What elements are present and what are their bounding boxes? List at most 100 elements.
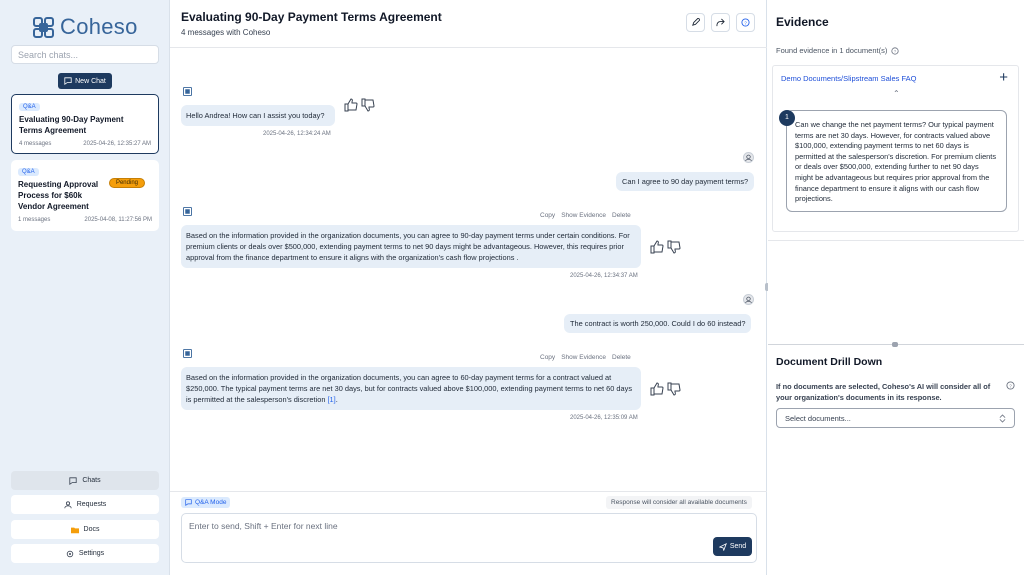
help-button[interactable]: ? (736, 13, 755, 32)
nav-settings[interactable]: Settings (11, 544, 159, 563)
citation-link[interactable]: [1] (328, 395, 336, 404)
chat-message-count: 1 messages (18, 217, 51, 223)
thumbs-up-icon[interactable] (650, 240, 664, 254)
help-icon[interactable]: ? (891, 46, 899, 55)
assistant-message-end: . (335, 395, 338, 404)
nav-requests[interactable]: Requests (11, 495, 159, 514)
evidence-found-text: Found evidence in 1 document(s) (776, 46, 888, 55)
chat-icon (64, 77, 72, 85)
edit-icon (692, 18, 700, 26)
assistant-message: Based on the information provided in the… (181, 225, 641, 268)
chat-list-item[interactable]: Q&A Evaluating 90-Day Payment Terms Agre… (11, 94, 159, 154)
send-label: Send (729, 543, 747, 550)
svg-text:?: ? (894, 48, 897, 53)
nav-chats[interactable]: Chats (11, 471, 159, 490)
show-evidence-button[interactable]: Show Evidence (561, 354, 606, 361)
new-chat-button[interactable]: New Chat (58, 73, 112, 89)
show-evidence-button[interactable]: Show Evidence (561, 212, 606, 219)
message-input[interactable] (182, 514, 756, 538)
user-message: Can I agree to 90 day payment terms? (616, 172, 755, 191)
chat-title: Evaluating 90-Day Payment Terms Agreemen… (19, 115, 124, 135)
search-chats-input[interactable] (11, 45, 159, 64)
evidence-title: Evidence (776, 15, 829, 29)
feedback-buttons (650, 382, 681, 396)
chat-main: Evaluating 90-Day Payment Terms Agreemen… (170, 0, 767, 575)
message-timestamp: 2025-04-26, 12:34:24 AM (263, 131, 331, 137)
user-avatar-icon (743, 294, 754, 305)
coheso-avatar-icon (183, 87, 192, 96)
user-avatar-icon (743, 152, 754, 163)
nav-label: Docs (83, 526, 100, 533)
edit-button[interactable] (686, 13, 705, 32)
chat-tag: Q&A (18, 168, 39, 176)
message-actions: Copy Show Evidence Delete (540, 212, 631, 219)
copy-button[interactable]: Copy (540, 212, 555, 219)
chat-meta: 1 messages 2025-04-08, 11:27:56 PM (18, 217, 152, 223)
thumbs-down-icon[interactable] (667, 240, 681, 254)
coheso-avatar-icon (183, 207, 192, 216)
svg-text:?: ? (744, 20, 747, 25)
status-badge: Pending (108, 178, 145, 188)
evidence-card: Demo Documents/Slipstream Sales FAQ + ⌃ … (772, 65, 1019, 232)
citation-number: 1 (779, 110, 795, 126)
add-document-icon[interactable]: + (999, 69, 1008, 86)
evidence-quote: 1 Can we change the net payment terms? O… (779, 110, 1007, 212)
help-icon[interactable]: ? (1006, 381, 1015, 390)
mode-label: Q&A Mode (195, 499, 227, 506)
collapse-caret-icon[interactable]: ⌃ (893, 89, 900, 98)
message-actions: Copy Show Evidence Delete (540, 354, 631, 361)
chat-timestamp: 2025-04-08, 11:27:56 PM (84, 217, 152, 223)
delete-button[interactable]: Delete (612, 212, 631, 219)
page-title: Evaluating 90-Day Payment Terms Agreemen… (181, 10, 442, 24)
message-timestamp: 2025-04-26, 12:35:09 AM (570, 415, 638, 421)
nav-label: Requests (76, 501, 107, 508)
app-logo[interactable]: Coheso (33, 14, 138, 40)
scope-note: Response will consider all available doc… (606, 496, 752, 509)
evidence-panel: Evidence Found evidence in 1 document(s)… (768, 0, 1024, 575)
chat-icon (185, 499, 192, 506)
user-icon (64, 500, 72, 508)
evidence-document-link[interactable]: Demo Documents/Slipstream Sales FAQ (781, 74, 916, 83)
thumbs-down-icon[interactable] (361, 98, 375, 112)
thumbs-up-icon[interactable] (650, 382, 664, 396)
composer-box: Send (181, 513, 757, 563)
message-timestamp: 2025-04-26, 12:34:37 AM (570, 273, 638, 279)
app-name: Coheso (60, 14, 138, 39)
share-button[interactable] (711, 13, 730, 32)
nav-label: Settings (78, 550, 105, 557)
evidence-divider (768, 240, 1024, 241)
delete-button[interactable]: Delete (612, 354, 631, 361)
chat-timestamp: 2025-04-26, 12:35:27 AM (83, 141, 151, 147)
chat-list-item[interactable]: Q&A Pending Requesting Approval Process … (11, 160, 159, 231)
coheso-logo-icon (33, 16, 54, 38)
nav-label: Chats (82, 477, 101, 484)
share-icon (716, 18, 725, 27)
thumbs-down-icon[interactable] (667, 382, 681, 396)
coheso-avatar-icon (183, 349, 192, 358)
qa-mode-toggle[interactable]: Q&A Mode (181, 497, 231, 508)
documents-select[interactable]: Select documents... (776, 408, 1015, 428)
help-icon: ? (741, 18, 750, 27)
folder-icon (70, 527, 79, 533)
chat-icon (69, 476, 77, 485)
evidence-found: Found evidence in 1 document(s) ? (776, 46, 899, 55)
assistant-message-text: Based on the information provided in the… (186, 373, 633, 404)
feedback-buttons (650, 240, 681, 254)
feedback-buttons (344, 98, 375, 112)
composer-divider (170, 491, 767, 492)
splitter-handle[interactable] (892, 342, 898, 347)
svg-text:?: ? (1009, 383, 1012, 388)
send-button[interactable]: Send (713, 537, 752, 556)
chevron-updown-icon (999, 413, 1006, 423)
evidence-quote-text: Can we change the net payment terms? Our… (795, 120, 997, 204)
sidebar: Coheso New Chat Q&A Evaluating 90-Day Pa… (0, 0, 170, 575)
thumbs-up-icon[interactable] (344, 98, 358, 112)
header-divider (170, 47, 767, 48)
chat-message-count: 4 messages (19, 141, 52, 147)
copy-button[interactable]: Copy (540, 354, 555, 361)
gear-icon (66, 550, 74, 557)
select-placeholder: Select documents... (785, 413, 851, 423)
send-icon (718, 542, 727, 551)
chat-tag: Q&A (19, 103, 40, 111)
nav-docs[interactable]: Docs (11, 520, 159, 539)
